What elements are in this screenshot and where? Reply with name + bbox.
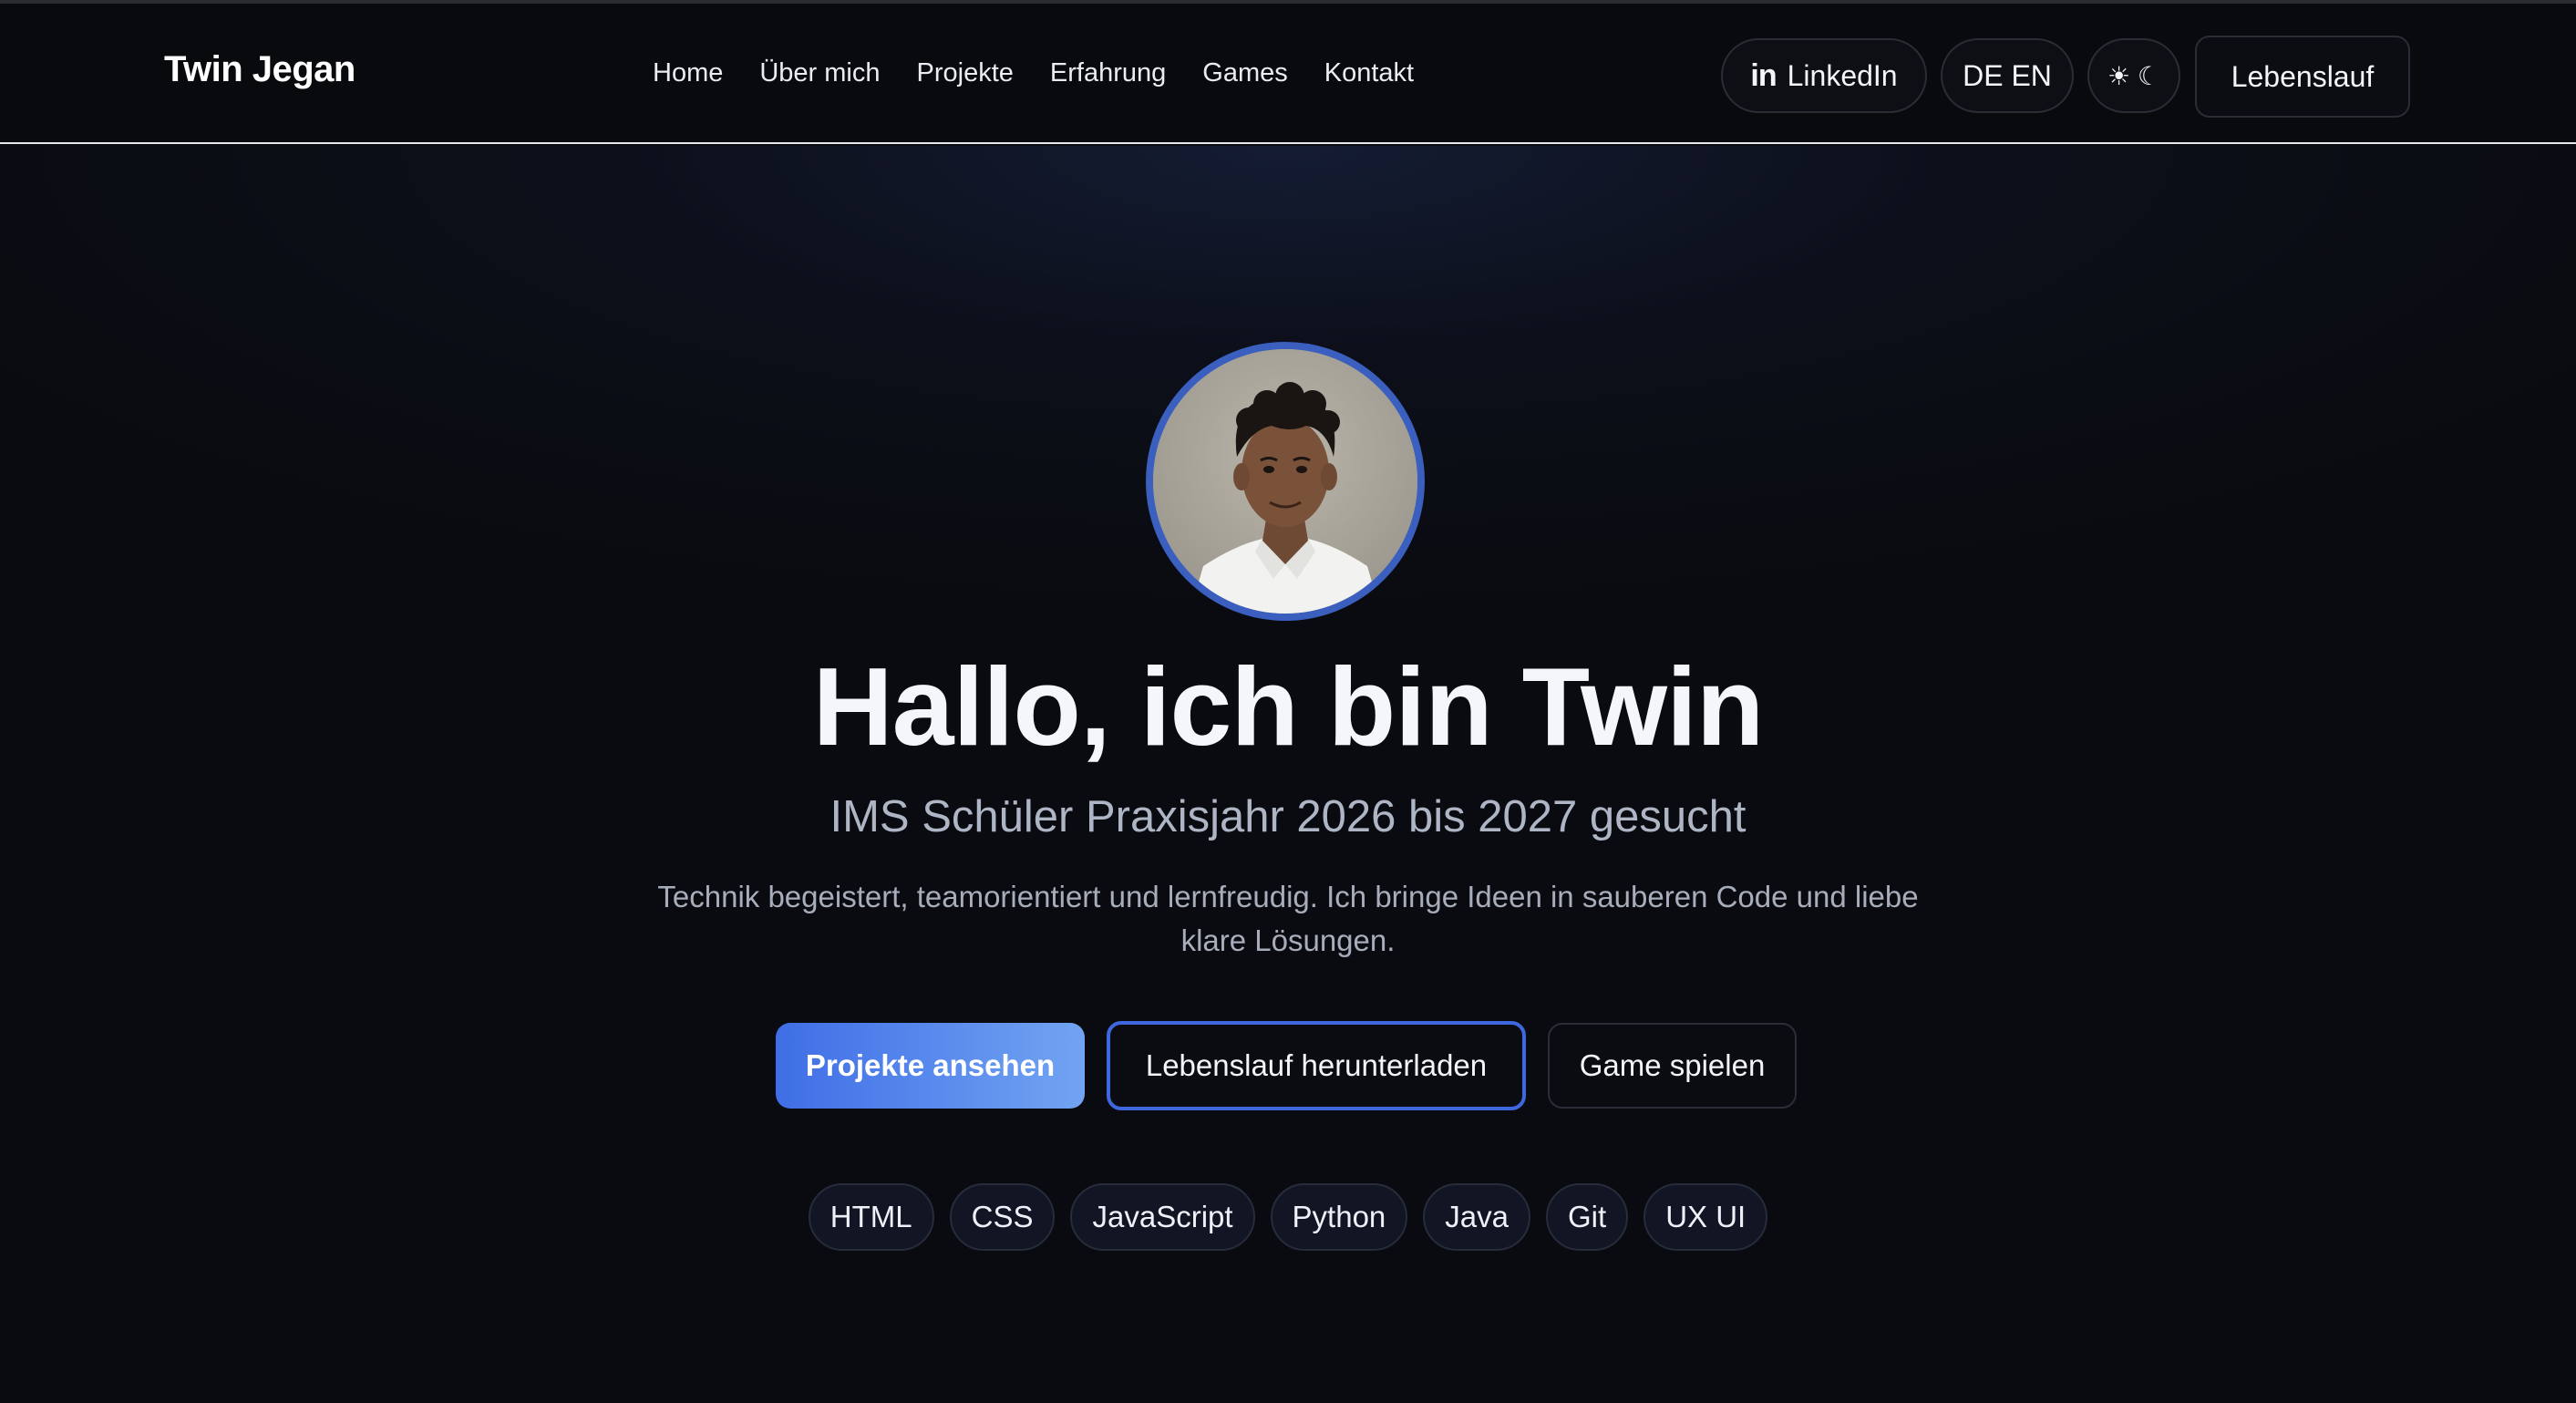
skill-tag-css: CSS bbox=[949, 1183, 1056, 1251]
skill-tag-git: Git bbox=[1546, 1183, 1629, 1251]
nav-about[interactable]: Über mich bbox=[759, 58, 880, 88]
linkedin-label: LinkedIn bbox=[1787, 58, 1898, 92]
nav-games[interactable]: Games bbox=[1202, 58, 1287, 88]
view-projects-button[interactable]: Projekte ansehen bbox=[776, 1023, 1085, 1109]
hero-subtitle: IMS Schüler Praxisjahr 2026 bis 2027 ges… bbox=[829, 792, 1747, 841]
skill-tag-java: Java bbox=[1423, 1183, 1531, 1251]
linkedin-button[interactable]: in LinkedIn bbox=[1721, 38, 1927, 113]
download-cv-button[interactable]: Lebenslauf herunterladen bbox=[1107, 1021, 1526, 1110]
linkedin-icon: in bbox=[1750, 57, 1777, 93]
brand-name[interactable]: Twin Jegan bbox=[164, 49, 355, 90]
skill-tag-python: Python bbox=[1270, 1183, 1408, 1251]
sun-moon-icon: ☀ ☾ bbox=[2107, 61, 2160, 90]
skill-tag-javascript: JavaScript bbox=[1070, 1183, 1255, 1251]
profile-avatar bbox=[1146, 342, 1425, 621]
hero-title: Hallo, ich bin Twin bbox=[812, 645, 1765, 769]
nav-contact[interactable]: Kontakt bbox=[1324, 58, 1414, 88]
nav-projects[interactable]: Projekte bbox=[917, 58, 1014, 88]
theme-toggle[interactable]: ☀ ☾ bbox=[2087, 38, 2180, 113]
hero-description: Technik begeistert, teamorientiert und l… bbox=[657, 880, 1919, 957]
skill-tag-uxui: UX UI bbox=[1643, 1183, 1768, 1251]
skill-tags: HTML CSS JavaScript Python Java Git UX U… bbox=[0, 1183, 2576, 1251]
site-header: Twin Jegan Home Über mich Projekte Erfah… bbox=[0, 4, 2576, 144]
play-game-button[interactable]: Game spielen bbox=[1548, 1023, 1797, 1109]
cv-button[interactable]: Lebenslauf bbox=[2195, 36, 2410, 118]
skill-tag-html: HTML bbox=[808, 1183, 934, 1251]
language-switch[interactable]: DE EN bbox=[1941, 38, 2074, 113]
nav-experience[interactable]: Erfahrung bbox=[1050, 58, 1166, 88]
nav-home[interactable]: Home bbox=[653, 58, 723, 88]
main-nav: Home Über mich Projekte Erfahrung Games … bbox=[653, 58, 1414, 88]
